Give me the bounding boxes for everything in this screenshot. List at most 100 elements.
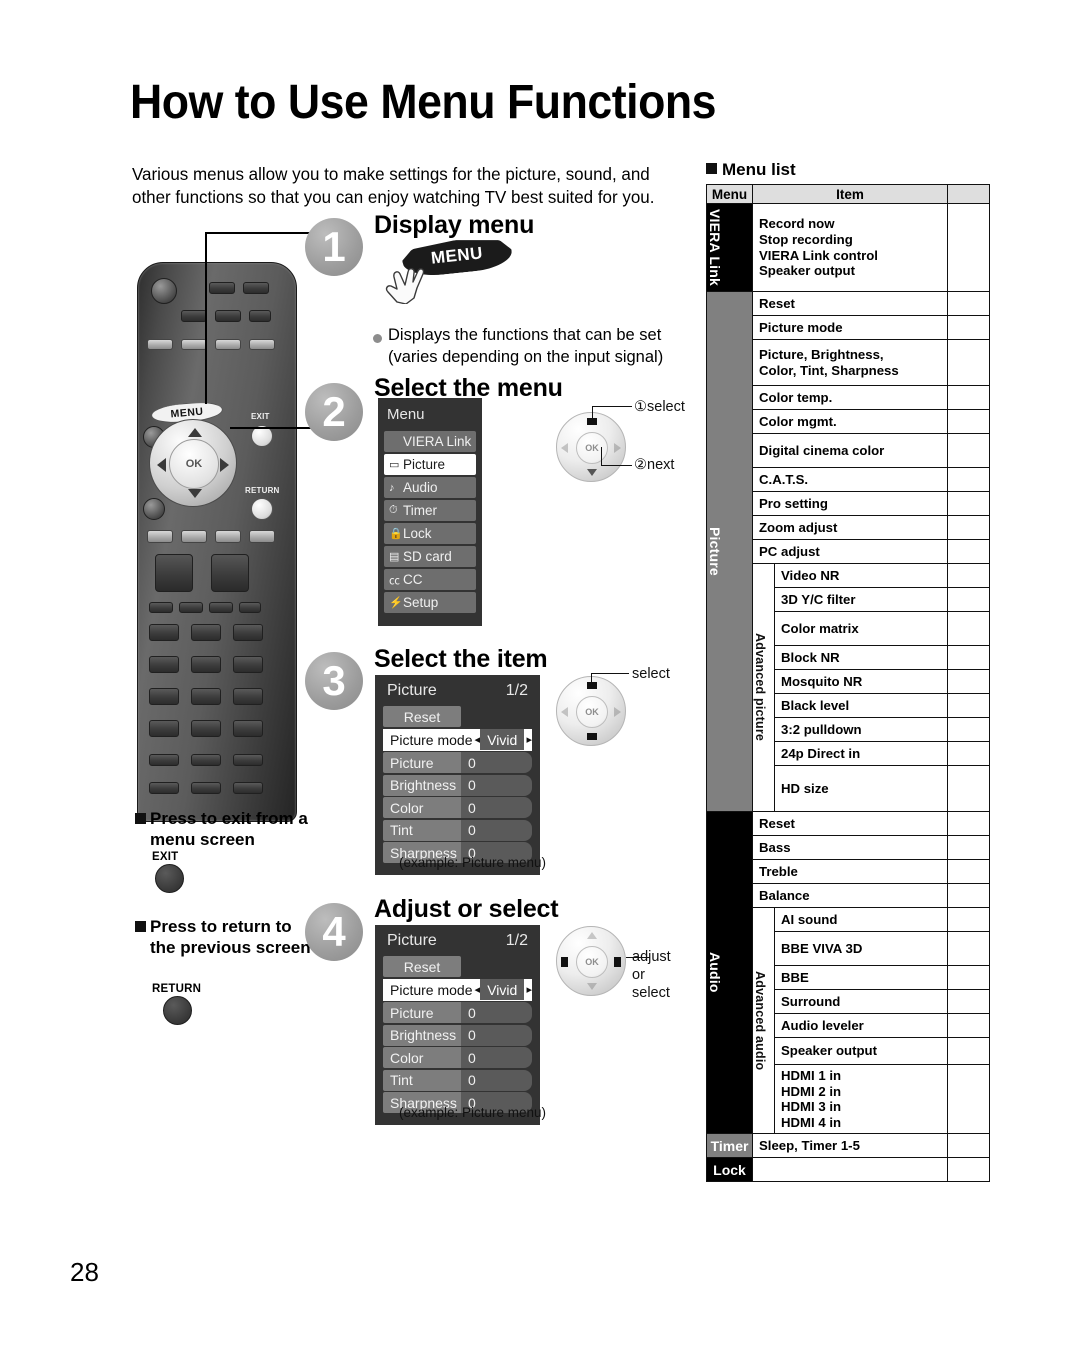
osd-row-label: Brightness xyxy=(383,774,461,796)
osd-reset-row[interactable]: Reset xyxy=(383,956,532,977)
osd-row-brightness[interactable]: Brightness 0 xyxy=(383,774,532,796)
item-label: Color mgmt. xyxy=(759,413,837,429)
step-4-title: Adjust or select xyxy=(374,895,559,923)
remote-exit-label: EXIT xyxy=(251,412,270,421)
item-cell: BBE VIVA 3D xyxy=(774,931,948,966)
menu-group-label: Audio xyxy=(707,952,723,993)
remote-button xyxy=(243,282,269,294)
item-cell: Record now Stop recording VIERA Link con… xyxy=(752,203,948,292)
remote-button xyxy=(215,339,241,350)
remote-numeric-key xyxy=(149,624,179,641)
osd-caption-step3: (example: Picture menu) xyxy=(399,855,547,870)
osd-picture-page: 1/2 xyxy=(505,932,528,949)
osd-row-label: Picture xyxy=(383,1002,461,1023)
item-cell: Reset xyxy=(752,291,948,316)
item-label: Color temp. xyxy=(759,389,833,405)
item-cell: Color mgmt. xyxy=(752,409,948,434)
menu-group-audio: Audio xyxy=(706,810,753,1135)
menu-item-sd-card[interactable]: ▤ SD card xyxy=(384,546,476,567)
osd-row-picture[interactable]: Picture 0 xyxy=(383,752,532,773)
item-cell: Picture, Brightness, Color, Tint, Sharpn… xyxy=(752,339,948,386)
menu-item-cc[interactable]: ㏄ CC xyxy=(384,569,476,590)
menu-item-label: Timer xyxy=(403,503,437,518)
menu-item-picture[interactable]: ▭ Picture xyxy=(384,454,476,475)
item-cell: Color temp. xyxy=(752,385,948,410)
item-cell: Block NR xyxy=(774,645,948,670)
item-label: 3D Y/C filter xyxy=(781,591,856,607)
remote-dpad: OK xyxy=(149,419,237,507)
menu-item-viera-link[interactable]: VIERA Link xyxy=(384,431,476,452)
pad-right-arrow-icon xyxy=(614,443,621,453)
osd-reset-row[interactable]: Reset xyxy=(383,706,532,727)
page-cell xyxy=(947,203,990,292)
remote-channel-rocker xyxy=(211,554,249,592)
right-caret-icon[interactable]: ▸ xyxy=(526,983,532,996)
osd-reset-label: Reset xyxy=(383,706,461,727)
page-cell xyxy=(947,563,990,588)
item-label: Reset xyxy=(759,295,795,311)
picture-icon: ▭ xyxy=(389,459,400,471)
item-cell xyxy=(752,1157,948,1183)
osd-menu-panel: Menu VIERA Link ▭ Picture ♪ Audio ⏱ Timer 🔒… xyxy=(378,398,482,626)
item-label: Record now Stop recording VIERA Link con… xyxy=(759,216,878,279)
osd-row-color[interactable]: Color 0 xyxy=(383,797,532,818)
menu-item-lock[interactable]: 🔒 Lock xyxy=(384,523,476,544)
page-cell xyxy=(947,859,990,884)
music-note-icon: ♪ xyxy=(389,481,395,494)
note-heading-return: Press to return to the previous screen xyxy=(150,917,311,958)
closed-caption-icon: ㏄ xyxy=(389,574,400,587)
step-1-bullet: Displays the functions that can be set (… xyxy=(388,326,664,366)
pad-ok-button: OK xyxy=(576,696,608,728)
remote-numeric-key xyxy=(149,656,179,673)
item-label: Block NR xyxy=(781,649,840,665)
item-label: Surround xyxy=(781,993,841,1009)
page-cell xyxy=(947,717,990,742)
osd-picture-mode-row[interactable]: Picture mode ◂ Vivid ▸ xyxy=(383,978,532,1001)
page-cell xyxy=(947,291,990,316)
return-button-graphic xyxy=(163,996,192,1025)
page-cell xyxy=(947,539,990,564)
osd-row-tint[interactable]: Tint 0 xyxy=(383,1069,532,1091)
page-title: How to Use Menu Functions xyxy=(130,76,717,129)
osd-row-tint[interactable]: Tint 0 xyxy=(383,819,532,841)
item-cell: AI sound xyxy=(774,907,948,932)
osd-picture-header: Picture 1/2 xyxy=(383,931,532,956)
item-cell: Surround xyxy=(774,989,948,1014)
item-cell: 3:2 pulldown xyxy=(774,717,948,742)
menu-item-timer[interactable]: ⏱ Timer xyxy=(384,500,476,521)
item-cell: 3D Y/C filter xyxy=(774,587,948,612)
osd-picture-mode-label: Picture mode xyxy=(383,729,475,750)
osd-caption-step4: (example: Picture menu) xyxy=(399,1105,547,1120)
col-header-item: Item xyxy=(752,184,948,204)
item-label: Picture, Brightness, Color, Tint, Sharpn… xyxy=(759,346,899,378)
menu-press-illustration: MENU xyxy=(384,240,514,304)
osd-picture-mode-row[interactable]: Picture mode ◂ Vivid ▸ xyxy=(383,728,532,751)
item-cell: Sleep, Timer 1-5 xyxy=(752,1133,948,1159)
item-cell: Audio leveler xyxy=(774,1013,948,1038)
page-cell xyxy=(947,1133,990,1159)
menu-group-picture: Picture xyxy=(706,291,753,812)
dpad-down-arrow-icon xyxy=(188,489,202,498)
leader-line-select-stub xyxy=(592,406,593,418)
osd-row-picture[interactable]: Picture 0 xyxy=(383,1002,532,1023)
sub-group-label: Advanced picture xyxy=(753,633,767,742)
menu-item-setup[interactable]: ⚡ Setup xyxy=(384,592,476,613)
osd-row-color[interactable]: Color 0 xyxy=(383,1047,532,1068)
page-cell xyxy=(947,467,990,492)
pad-ok-button: OK xyxy=(576,946,608,978)
step-3-arrow-pad: OK xyxy=(556,676,626,746)
exit-button-graphic xyxy=(155,864,184,893)
right-caret-icon[interactable]: ▸ xyxy=(526,733,532,746)
page-cell xyxy=(947,811,990,836)
page-cell xyxy=(947,765,990,812)
page-cell xyxy=(947,1013,990,1038)
table-row: Audio Reset xyxy=(706,810,990,1135)
remote-numeric-key xyxy=(233,720,263,737)
osd-row-brightness[interactable]: Brightness 0 xyxy=(383,1024,532,1046)
menu-item-audio[interactable]: ♪ Audio xyxy=(384,477,476,498)
remote-button xyxy=(239,602,261,613)
item-cell: Zoom adjust xyxy=(752,515,948,540)
remote-button xyxy=(249,339,275,350)
clock-icon: ⏱ xyxy=(389,504,398,516)
remote-numeric-key xyxy=(233,688,263,705)
